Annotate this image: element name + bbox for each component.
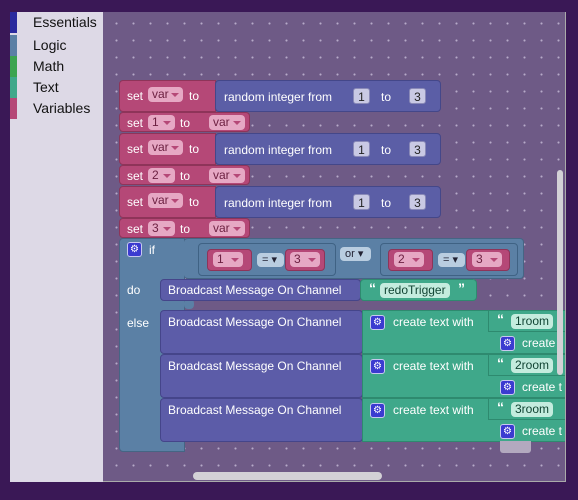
random-label: random integer from — [224, 90, 333, 104]
gear-icon[interactable]: ⚙ — [127, 242, 142, 257]
set-label: set — [127, 222, 144, 236]
workspace[interactable]: set var to random integer from 1 to 3 se… — [103, 12, 566, 482]
create-text-label: create t — [522, 424, 563, 438]
category-label: Text — [33, 79, 59, 95]
random-label: random integer from — [224, 196, 333, 210]
category-variables[interactable]: Variables — [10, 98, 103, 119]
set-label: set — [127, 195, 144, 209]
to-label: to — [180, 222, 191, 236]
room-text-value[interactable]: 1room — [511, 314, 554, 329]
category-text[interactable]: Text — [10, 77, 103, 98]
toolbox: Essentials Logic Math Text Variables — [10, 12, 103, 482]
horizontal-scrollbar[interactable] — [193, 472, 382, 480]
room-text-value[interactable]: 3room — [511, 402, 554, 417]
set-label: set — [127, 89, 144, 103]
target-dropdown[interactable]: 2 — [148, 168, 175, 183]
set-label: set — [127, 142, 144, 156]
var-dropdown[interactable]: var — [148, 87, 183, 102]
category-label: Variables — [33, 100, 91, 116]
to-label: to — [189, 195, 200, 209]
random-label: random integer from — [224, 143, 333, 157]
target-dropdown[interactable]: 1 — [148, 115, 175, 130]
to-label: to — [381, 90, 392, 104]
create-text-label: create text with — [393, 403, 474, 417]
do-label: do — [127, 283, 141, 297]
create-text-label: create text with — [393, 359, 474, 373]
cond1-b-dropdown[interactable]: 3 — [290, 252, 320, 267]
from-value[interactable]: 1 — [353, 194, 370, 210]
gear-icon[interactable]: ⚙ — [500, 336, 515, 351]
var-dropdown[interactable]: var — [209, 168, 245, 183]
broadcast-label: Broadcast Message On Channel — [168, 283, 342, 297]
to-value[interactable]: 3 — [409, 88, 426, 104]
set-label: set — [127, 169, 144, 183]
category-essentials[interactable]: Essentials — [10, 12, 103, 33]
from-value[interactable]: 1 — [353, 88, 370, 104]
gear-icon[interactable]: ⚙ — [370, 403, 385, 418]
to-label: to — [381, 196, 392, 210]
to-label: to — [381, 143, 392, 157]
to-value[interactable]: 3 — [409, 141, 426, 157]
from-value[interactable]: 1 — [353, 141, 370, 157]
quote-open: “ — [497, 355, 504, 371]
var-dropdown[interactable]: var — [148, 140, 183, 155]
quote-close: ” — [458, 280, 465, 296]
broadcast-label: Broadcast Message On Channel — [168, 403, 342, 417]
or-dropdown[interactable]: or ▾ — [340, 247, 371, 261]
gear-icon[interactable]: ⚙ — [370, 359, 385, 374]
category-label: Essentials — [33, 14, 97, 30]
quote-open: “ — [497, 399, 504, 415]
gear-icon[interactable]: ⚙ — [500, 424, 515, 439]
var-dropdown[interactable]: var — [148, 193, 183, 208]
to-label: to — [180, 169, 191, 183]
category-logic[interactable]: Logic — [10, 35, 103, 56]
room-text-value[interactable]: 2room — [511, 358, 554, 373]
text-value[interactable]: redoTrigger — [380, 283, 450, 298]
eq-dropdown[interactable]: = ▾ — [257, 253, 284, 267]
if-label: if — [149, 243, 155, 257]
eq-dropdown[interactable]: = ▾ — [438, 253, 465, 267]
set-label: set — [127, 116, 144, 130]
var-dropdown[interactable]: var — [209, 115, 245, 130]
cond2-a-dropdown[interactable]: 2 — [394, 252, 424, 267]
cond2-b-dropdown[interactable]: 3 — [472, 252, 502, 267]
to-label: to — [189, 89, 200, 103]
trashcan[interactable] — [500, 441, 531, 453]
quote-open: “ — [497, 311, 504, 327]
gear-icon[interactable]: ⚙ — [500, 380, 515, 395]
create-text-label: create — [522, 336, 556, 350]
cond1-a-dropdown[interactable]: 1 — [213, 252, 243, 267]
create-text-label: create t — [522, 380, 563, 394]
quote-open: “ — [369, 280, 376, 296]
broadcast-label: Broadcast Message On Channel — [168, 315, 342, 329]
vertical-scrollbar[interactable] — [557, 170, 563, 375]
to-label: to — [180, 116, 191, 130]
to-value[interactable]: 3 — [409, 194, 426, 210]
category-label: Logic — [33, 37, 67, 53]
gear-icon[interactable]: ⚙ — [370, 315, 385, 330]
target-dropdown[interactable]: 3 — [148, 221, 175, 236]
var-dropdown[interactable]: var — [209, 221, 245, 236]
to-label: to — [189, 142, 200, 156]
create-text-label: create text with — [393, 315, 474, 329]
category-math[interactable]: Math — [10, 56, 103, 77]
broadcast-label: Broadcast Message On Channel — [168, 359, 342, 373]
category-label: Math — [33, 58, 65, 74]
else-label: else — [127, 316, 150, 330]
